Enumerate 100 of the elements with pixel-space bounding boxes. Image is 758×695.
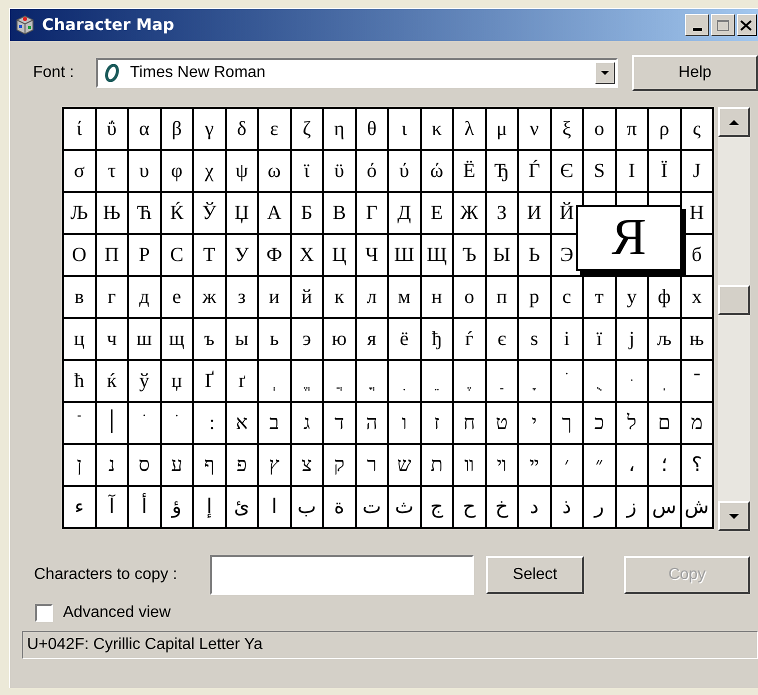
character-cell[interactable]: א [226, 403, 259, 445]
character-cell[interactable]: І [616, 151, 649, 193]
character-cell[interactable]: α [129, 109, 162, 151]
character-cell[interactable]: ף [194, 445, 226, 487]
character-cell[interactable]: ג [292, 403, 324, 445]
character-cell[interactable]: آ [96, 487, 129, 529]
character-cell[interactable]: υ [129, 151, 162, 193]
character-cell[interactable]: З [486, 193, 519, 235]
character-cell[interactable]: ϊ [292, 151, 324, 193]
character-cell[interactable]: η [324, 109, 356, 151]
character-cell[interactable]: Е [422, 193, 454, 235]
character-cell[interactable]: ζ [292, 109, 324, 151]
character-cell[interactable]: В [324, 193, 356, 235]
character-cell[interactable]: ֲ [324, 361, 356, 403]
character-cell[interactable]: ε [259, 109, 292, 151]
character-cell[interactable]: ѕ [519, 319, 552, 361]
character-cell[interactable]: Щ [422, 235, 454, 277]
character-cell[interactable]: ة [324, 487, 356, 529]
font-dropdown[interactable]: Times New Roman [96, 58, 618, 88]
character-cell[interactable]: ش [682, 487, 714, 529]
character-cell[interactable]: י [519, 403, 552, 445]
character-cell[interactable]: м [389, 277, 422, 319]
character-cell[interactable]: Б [292, 193, 324, 235]
character-cell[interactable]: ا [259, 487, 292, 529]
character-cell[interactable]: л [356, 277, 389, 319]
character-cell[interactable]: ז [422, 403, 454, 445]
character-cell[interactable]: ќ [96, 361, 129, 403]
character-cell[interactable]: ب [292, 487, 324, 529]
character-cell[interactable]: ϋ [324, 151, 356, 193]
character-cell[interactable]: ο [584, 109, 616, 151]
character-cell[interactable]: ּ [616, 361, 649, 403]
character-cell[interactable]: ρ [649, 109, 682, 151]
character-cell[interactable]: ר [356, 445, 389, 487]
character-cell[interactable]: δ [226, 109, 259, 151]
character-cell[interactable]: ؟ [682, 445, 714, 487]
character-cell[interactable]: Ъ [454, 235, 486, 277]
character-cell[interactable]: φ [162, 151, 194, 193]
character-cell[interactable]: ֵ [422, 361, 454, 403]
character-cell[interactable]: Х [292, 235, 324, 277]
character-cell[interactable]: ν [519, 109, 552, 151]
character-cell[interactable]: Ь [519, 235, 552, 277]
character-cell[interactable]: λ [454, 109, 486, 151]
character-cell[interactable]: τ [96, 151, 129, 193]
character-cell[interactable]: Ѓ [519, 151, 552, 193]
character-cell[interactable]: أ [129, 487, 162, 529]
character-cell[interactable]: к [324, 277, 356, 319]
scrollbar[interactable] [718, 107, 750, 531]
character-cell[interactable]: ׃ [194, 403, 226, 445]
character-cell[interactable]: ґ [226, 361, 259, 403]
character-cell[interactable]: ύ [389, 151, 422, 193]
character-cell[interactable]: ج [422, 487, 454, 529]
character-cell[interactable]: й [292, 277, 324, 319]
character-cell[interactable]: ؤ [162, 487, 194, 529]
character-cell[interactable]: ر [584, 487, 616, 529]
character-cell[interactable]: А [259, 193, 292, 235]
character-cell[interactable]: ξ [552, 109, 584, 151]
character-cell[interactable]: ש [389, 445, 422, 487]
scroll-up-button[interactable] [718, 107, 750, 137]
character-cell[interactable]: Ж [454, 193, 486, 235]
character-cell[interactable]: Р [129, 235, 162, 277]
character-cell[interactable]: ц [64, 319, 96, 361]
character-cell[interactable]: ё [389, 319, 422, 361]
character-cell[interactable]: ֶ [454, 361, 486, 403]
character-cell[interactable]: Ф [259, 235, 292, 277]
character-cell[interactable]: ע [162, 445, 194, 487]
character-cell[interactable]: т [584, 277, 616, 319]
character-cell[interactable]: ױ [486, 445, 519, 487]
character-cell[interactable]: س [649, 487, 682, 529]
character-cell[interactable]: װ [454, 445, 486, 487]
character-cell[interactable]: ץ [259, 445, 292, 487]
character-cell[interactable]: ς [682, 109, 714, 151]
character-cell[interactable]: Ґ [194, 361, 226, 403]
character-cell[interactable]: ן [64, 445, 96, 487]
character-cell[interactable]: ִ [389, 361, 422, 403]
character-cell[interactable]: Ц [324, 235, 356, 277]
character-cell[interactable]: Є [552, 151, 584, 193]
character-cell[interactable]: د [519, 487, 552, 529]
character-cell[interactable]: צ [292, 445, 324, 487]
character-cell[interactable]: щ [162, 319, 194, 361]
advanced-view-checkbox[interactable] [35, 604, 53, 622]
character-cell[interactable]: д [129, 277, 162, 319]
character-cell[interactable]: פ [226, 445, 259, 487]
character-cell[interactable]: χ [194, 151, 226, 193]
character-cell[interactable]: إ [194, 487, 226, 529]
character-cell[interactable]: Ђ [486, 151, 519, 193]
character-cell[interactable]: ס [129, 445, 162, 487]
character-cell[interactable]: ל [616, 403, 649, 445]
dropdown-arrow-button[interactable] [595, 62, 615, 84]
character-cell[interactable]: х [682, 277, 714, 319]
character-cell[interactable]: ח [454, 403, 486, 445]
close-button[interactable] [737, 14, 757, 36]
character-cell[interactable]: Ћ [129, 193, 162, 235]
character-cell[interactable]: с [552, 277, 584, 319]
character-cell[interactable]: ם [649, 403, 682, 445]
character-cell[interactable]: е [162, 277, 194, 319]
character-cell[interactable]: ђ [422, 319, 454, 361]
character-cell[interactable]: ΰ [96, 109, 129, 151]
character-cell[interactable]: в [64, 277, 96, 319]
character-cell[interactable]: β [162, 109, 194, 151]
character-cell[interactable]: ָ [519, 361, 552, 403]
